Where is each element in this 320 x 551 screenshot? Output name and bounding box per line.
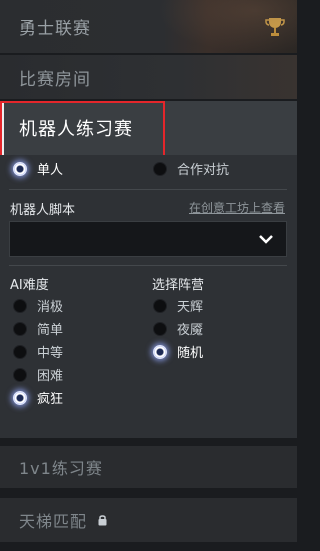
workshop-link[interactable]: 在创意工坊上查看 (189, 199, 285, 216)
radio-indicator (13, 321, 27, 336)
radio-selected-indicator (153, 344, 167, 359)
tab-match-room[interactable]: 比赛房间 (0, 55, 297, 99)
difficulty-easy-label: 简单 (37, 323, 64, 338)
tab-warrior-league[interactable]: 勇士联赛 (0, 0, 297, 53)
radio-indicator (153, 298, 167, 313)
difficulty-passive-label: 消极 (37, 300, 64, 315)
tab-bot-practice-label: 机器人练习赛 (19, 119, 133, 140)
mode-coop-radio[interactable]: 合作对抗 (153, 159, 229, 178)
divider (9, 189, 287, 190)
faction-radiant-label: 天辉 (177, 300, 204, 315)
tab-bot-practice[interactable]: 机器人练习赛 (0, 101, 297, 155)
lock-icon (98, 515, 107, 526)
radio-indicator (13, 344, 27, 359)
difficulty-hard-radio[interactable]: 困难 (13, 365, 63, 384)
faction-random-label: 随机 (177, 346, 204, 361)
radio-indicator (153, 321, 167, 336)
difficulty-unfair-label: 疯狂 (37, 392, 64, 407)
difficulty-easy-radio[interactable]: 简单 (13, 319, 63, 338)
faction-radiant-radio[interactable]: 天辉 (153, 296, 203, 315)
radio-indicator (153, 161, 167, 176)
bot-script-label: 机器人脚本 (10, 203, 76, 218)
faction-dire-radio[interactable]: 夜魇 (153, 319, 203, 338)
faction-dire-label: 夜魇 (177, 323, 204, 338)
difficulty-medium-radio[interactable]: 中等 (13, 342, 63, 361)
faction-label: 选择阵营 (152, 278, 205, 293)
radio-indicator (13, 298, 27, 313)
radio-selected-indicator (13, 161, 27, 176)
chevron-down-icon (259, 235, 273, 244)
tab-1v1-practice-label: 1v1练习赛 (19, 459, 103, 478)
difficulty-passive-radio[interactable]: 消极 (13, 296, 63, 315)
difficulty-unfair-radio[interactable]: 疯狂 (13, 388, 63, 407)
mode-solo-label: 单人 (37, 163, 64, 178)
radio-indicator (13, 367, 27, 382)
faction-random-radio[interactable]: 随机 (153, 342, 203, 361)
tab-1v1-practice[interactable]: 1v1练习赛 (0, 446, 297, 488)
radio-selected-indicator (13, 390, 27, 405)
tab-ranked-matchmaking[interactable]: 天梯匹配 (0, 498, 297, 542)
ai-difficulty-label: AI难度 (10, 278, 49, 293)
difficulty-hard-label: 困难 (37, 369, 64, 384)
difficulty-medium-label: 中等 (37, 346, 64, 361)
mode-coop-label: 合作对抗 (177, 163, 230, 178)
trophy-icon (265, 18, 285, 36)
bot-script-dropdown[interactable] (9, 221, 287, 257)
mode-solo-radio[interactable]: 单人 (13, 159, 63, 178)
tab-match-room-label: 比赛房间 (19, 69, 91, 90)
tab-warrior-league-label: 勇士联赛 (19, 19, 91, 39)
divider (9, 265, 287, 266)
tab-ranked-matchmaking-label: 天梯匹配 (19, 512, 88, 531)
game-mode-panel: 勇士联赛 比赛房间 机器人练习赛 单人 合作对抗 机器人脚本 在创意工坊上查看 (0, 0, 297, 551)
